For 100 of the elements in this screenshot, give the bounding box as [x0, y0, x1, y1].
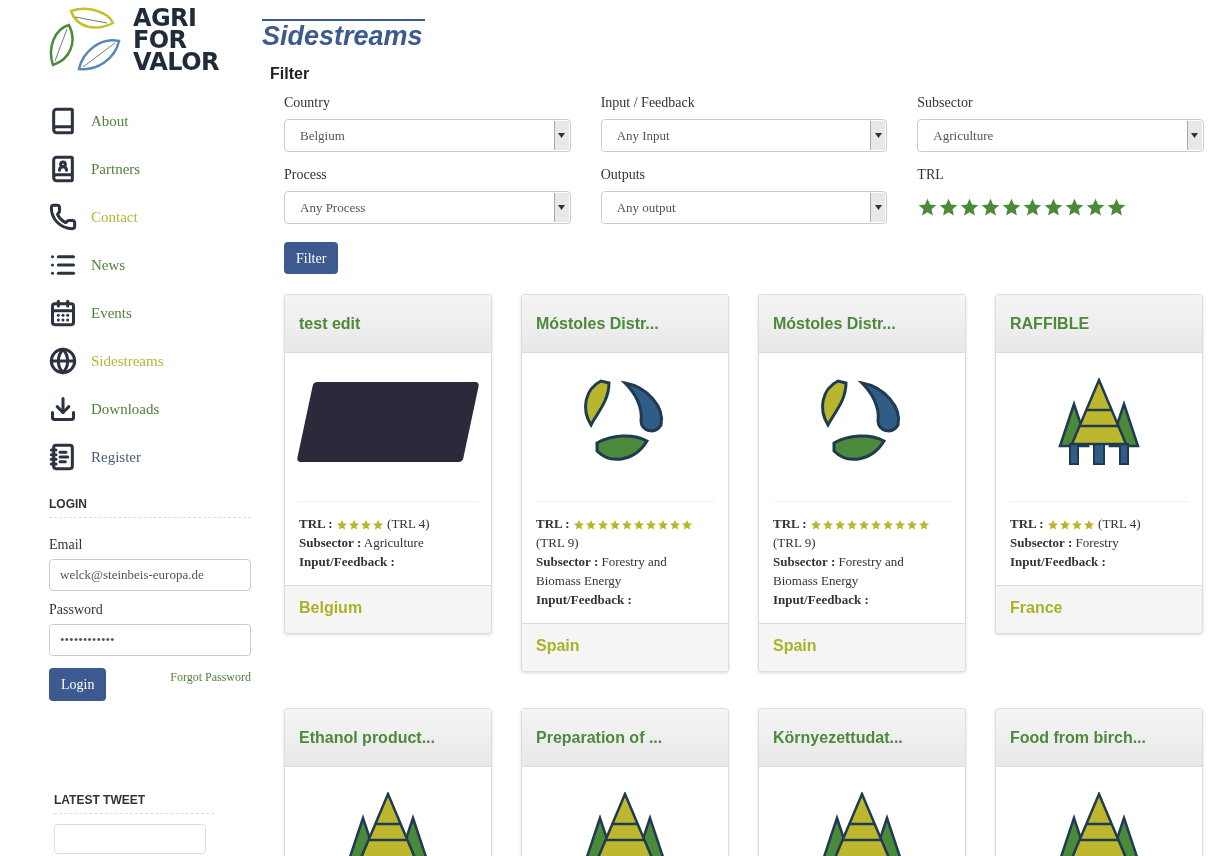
star-icon: [680, 519, 693, 531]
star-icon: [644, 519, 657, 531]
select-field[interactable]: Any output: [600, 191, 888, 224]
sidestream-card[interactable]: RAFFIBLE TRL : (TRL 4) Subsector : Forestry Input/Feedback : France: [995, 294, 1203, 634]
nav-link[interactable]: Register: [49, 443, 252, 471]
caret-icon: [1187, 121, 1202, 150]
subsector-text: Subsector : Agriculture: [299, 534, 425, 552]
star-icon: [845, 519, 858, 531]
star-icon: [938, 197, 960, 218]
field-label: TRL: [917, 166, 945, 184]
star-icon: [620, 519, 633, 531]
star-icon: [656, 519, 669, 531]
field-label: Input/Feedback :: [536, 591, 633, 609]
caret-icon: [553, 121, 569, 150]
star-icon: [905, 519, 918, 531]
trl-value: (TRL 9): [536, 535, 579, 550]
star-icon: [668, 519, 681, 531]
star-icon: [809, 519, 822, 531]
star-icon: [1022, 197, 1044, 218]
trl-value: (TRL 9): [773, 535, 816, 550]
star-icon: [335, 519, 348, 531]
section-heading: LATEST TWEET: [54, 791, 214, 814]
sidestream-card[interactable]: Food from birch...: [995, 708, 1203, 856]
star-icon: [584, 519, 597, 531]
select-field[interactable]: Belgium: [284, 119, 571, 152]
notebook-icon: [49, 443, 77, 471]
trl-value: (TRL 4): [387, 516, 430, 531]
download-icon: [49, 395, 77, 423]
email-field[interactable]: welck@steinbeis-europa.de: [49, 559, 251, 591]
field-label: TRL :: [536, 516, 570, 531]
sidestream-card[interactable]: Móstoles Distr... TRL : (TRL 9) Subsector : Forestry and Biomass Energy Input/Feedback : Spain: [758, 294, 966, 672]
field-label: TRL :: [1010, 516, 1044, 531]
star-icon: [917, 519, 930, 531]
phone-icon: [49, 203, 77, 231]
field-label: Email: [49, 536, 84, 554]
logo-wordmark: AGRI FOR VALOR: [133, 7, 219, 73]
sidestream-card[interactable]: Móstoles Distr... TRL : (TRL 9) Subsector : Forestry and Biomass Energy Input/Feedback : Spain: [521, 294, 729, 672]
field-label: Process: [284, 166, 328, 184]
field-label: Input/Feedback :: [299, 553, 396, 571]
star-icon: [596, 519, 609, 531]
star-icon: [359, 519, 372, 531]
subsector-text: Subsector : Forestry and Biomass Energy: [773, 553, 905, 590]
field-label: TRL :: [773, 516, 807, 531]
page-title: Sidestreams: [262, 19, 425, 51]
login-button[interactable]: Login: [49, 668, 107, 701]
star-icon: [959, 197, 981, 218]
field-label: Outputs: [600, 166, 646, 184]
field-label: Input/Feedback :: [773, 591, 870, 609]
star-icon: [869, 519, 882, 531]
star-icon: [371, 519, 384, 531]
address-book-icon: [49, 155, 77, 183]
book-icon: [49, 107, 77, 135]
country-label: France: [1010, 598, 1063, 618]
star-icon: [833, 519, 846, 531]
caret-icon: [553, 193, 569, 222]
country-label: Belgium: [299, 598, 363, 618]
star-icon: [632, 519, 645, 531]
select-field[interactable]: Any Process: [284, 191, 571, 224]
password-field[interactable]: ••••••••••••: [49, 624, 251, 656]
field-label: Subsector: [917, 94, 974, 112]
sidestream-card[interactable]: Környezettudat...: [758, 708, 966, 856]
nav-link[interactable]: Downloads: [49, 395, 252, 423]
nav-link[interactable]: Events: [49, 299, 252, 327]
sidestream-card[interactable]: Preparation of ...: [521, 708, 729, 856]
star-icon: [893, 519, 906, 531]
forgot-password-link[interactable]: Forgot Password: [170, 668, 251, 686]
star-icon: [821, 519, 834, 531]
caret-icon: [870, 121, 886, 150]
star-icon: [881, 519, 894, 531]
caret-icon: [870, 193, 886, 222]
star-icon: [1082, 519, 1095, 531]
field-label: TRL :: [299, 516, 333, 531]
field-label: Input/Feedback :: [1010, 553, 1107, 571]
star-icon: [1046, 519, 1059, 531]
field-label: Password: [49, 601, 104, 619]
section-heading: Filter: [270, 64, 311, 84]
nav-link[interactable]: News: [49, 251, 252, 279]
star-icon: [980, 197, 1002, 218]
field-label: Input / Feedback: [600, 94, 696, 112]
star-icon: [572, 519, 585, 531]
card-title[interactable]: test edit: [299, 311, 361, 336]
star-icon: [608, 519, 621, 531]
globe-icon: [49, 347, 77, 375]
star-icon: [857, 519, 870, 531]
nav-link[interactable]: Partners: [49, 155, 252, 183]
filter-button[interactable]: Filter: [284, 242, 339, 274]
select-field[interactable]: Any Input: [600, 119, 888, 152]
field-label: Country: [284, 94, 331, 112]
sidestream-card[interactable]: Ethanol product...: [284, 708, 492, 856]
trl-value: (TRL 4): [1098, 516, 1141, 531]
card-title[interactable]: RAFFIBLE: [1010, 311, 1090, 336]
subsector-text: Subsector : Forestry and Biomass Energy: [536, 553, 668, 590]
star-icon: [1058, 519, 1071, 531]
country-label: Spain: [536, 636, 580, 656]
sidestream-card[interactable]: test edit TRL : (TRL 4) Subsector : Agriculture Input/Feedback : Belgium: [284, 294, 492, 634]
select-field[interactable]: Agriculture: [917, 119, 1204, 152]
nav-link[interactable]: About: [49, 107, 252, 135]
subsector-text: Subsector : Forestry: [1010, 534, 1120, 552]
country-label: Spain: [773, 636, 817, 656]
star-icon: [1043, 197, 1065, 218]
